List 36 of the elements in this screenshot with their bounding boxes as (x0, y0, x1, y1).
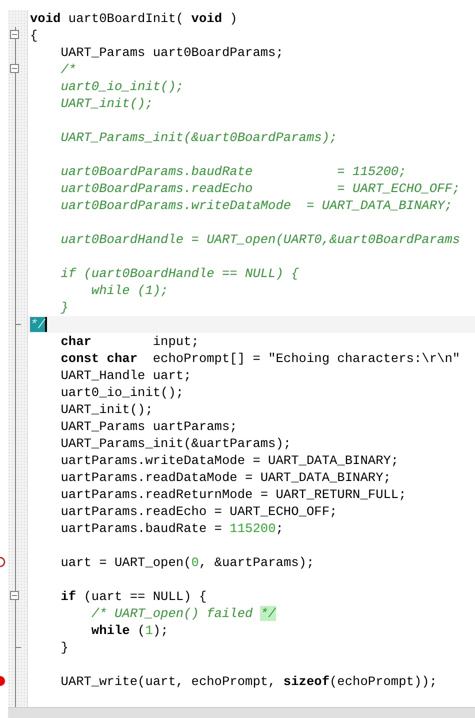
horizontal-scrollbar[interactable] (8, 707, 475, 718)
code-line: if (uart0BoardHandle == NULL) { (60, 266, 299, 281)
code-line: UART_Params uart0BoardParams; (60, 45, 284, 60)
collapse-icon[interactable] (10, 591, 19, 600)
code-line: uart0BoardParams.readEcho = UART_ECHO_OFF; (60, 181, 460, 196)
code-line: /* (60, 62, 76, 77)
code-line: uartParams.writeDataMode = UART_DATA_BINARY; (60, 453, 399, 468)
code-line: UART_Params_init(&uart0BoardParams); (60, 130, 338, 145)
code-line: /* UART_open() failed */ (90, 606, 276, 621)
code-line: UART_init(); (60, 402, 153, 417)
code-line: { (30, 28, 38, 43)
code-line: UART_init(); (60, 96, 153, 111)
code-line: UART_write(uart, echoPrompt, sizeof(echoPrompt)); (60, 674, 438, 689)
code-line: uart0_io_init(); (60, 385, 184, 400)
code-line: uartParams.readEcho = UART_ECHO_OFF; (60, 504, 338, 519)
code-line: void uart0BoardInit( void ) (30, 11, 238, 26)
code-line: uart0BoardParams.baudRate = 115200; (60, 164, 406, 179)
code-line: if (uart == NULL) { (60, 589, 207, 604)
code-line: while (1); (90, 283, 168, 298)
code-line: uart0_io_init(); (60, 79, 184, 94)
code-line: } (60, 640, 68, 655)
code-line: uartParams.readReturnMode = UART_RETURN_FULL; (60, 487, 406, 502)
code-line: const char echoPrompt[] = "Echoing characters:\r\n" (60, 351, 460, 366)
code-line: uart = UART_open(0, &uartParams); (60, 555, 314, 570)
code-line: } (60, 300, 68, 315)
code-line: UART_Params_init(&uartParams); (60, 436, 292, 451)
code-line: uartParams.readDataMode = UART_DATA_BINARY; (60, 470, 391, 485)
collapse-icon[interactable] (10, 30, 19, 39)
code-line: uartParams.baudRate = 115200; (60, 521, 284, 536)
code-line: while (1); (90, 623, 168, 638)
code-line: UART_Handle uart; (60, 368, 192, 383)
collapse-icon[interactable] (10, 64, 19, 73)
code-line: UART_Params uartParams; (60, 419, 238, 434)
code-line: uart0BoardHandle = UART_open(UART0,&uart0BoardParams (60, 232, 460, 247)
code-line: uart0BoardParams.writeDataMode = UART_DATA_BINARY; (60, 198, 452, 213)
code-line: char input; (60, 334, 199, 349)
